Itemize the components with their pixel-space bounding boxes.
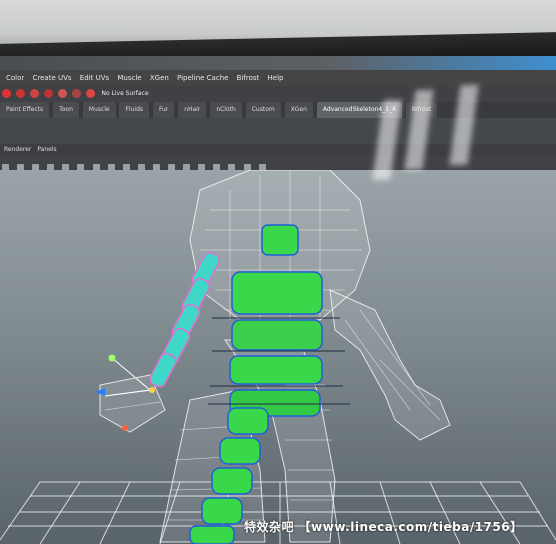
scene-render — [0, 170, 556, 544]
snap-grid-icon[interactable] — [15, 89, 25, 98]
tab-muscle[interactable]: Muscle — [82, 102, 116, 118]
locator-point — [122, 425, 128, 431]
tab-custom[interactable]: Custom — [245, 102, 281, 118]
magnet-icon[interactable] — [2, 89, 11, 98]
tab-nhair[interactable]: nHair — [178, 102, 207, 118]
3d-viewport[interactable] — [0, 85, 556, 544]
snap-point-icon[interactable] — [43, 89, 53, 98]
menu-help[interactable]: Help — [268, 74, 284, 82]
arm-collision-chain — [149, 251, 221, 388]
title-bar — [0, 56, 556, 70]
viewport-toolbar — [0, 156, 556, 171]
menu-muscle[interactable]: Muscle — [117, 74, 141, 82]
main-menu-bar: Color Create UVs Edit UVs Muscle XGen Pi… — [0, 70, 556, 86]
menu-color[interactable]: Color — [6, 74, 24, 82]
snap-view-icon[interactable] — [57, 89, 67, 98]
tab-paint-effects[interactable]: Paint Effects — [0, 102, 50, 118]
live-surface-status: No Live Surface — [101, 90, 149, 97]
live-surface-icon[interactable] — [85, 89, 95, 98]
maya-window: Color Create UVs Edit UVs Muscle XGen Pi… — [0, 56, 556, 544]
snap-curve-icon[interactable] — [29, 89, 39, 98]
menu-pipeline-cache[interactable]: Pipeline Cache — [177, 74, 228, 82]
menu-edit-uvs[interactable]: Edit UVs — [80, 74, 109, 82]
menu-renderer[interactable]: Renderer — [4, 146, 31, 153]
menu-create-uvs[interactable]: Create UVs — [33, 74, 72, 82]
tab-toon[interactable]: Toon — [53, 102, 79, 118]
watermark-text: 特效杂吧 【www.lineca.com/tieba/1756】 — [244, 520, 523, 534]
menu-xgen[interactable]: XGen — [150, 74, 169, 82]
tab-fluids[interactable]: Fluids — [119, 102, 150, 118]
menu-panels[interactable]: Panels — [37, 146, 56, 153]
tab-xgen[interactable]: XGen — [284, 102, 313, 118]
menu-bifrost[interactable]: Bifrost — [237, 74, 260, 82]
tab-fur[interactable]: Fur — [152, 102, 175, 118]
panel-menu-bar: Renderer Panels — [0, 144, 556, 156]
photo-of-monitor: Color Create UVs Edit UVs Muscle XGen Pi… — [0, 0, 556, 544]
locator-point — [108, 354, 116, 362]
locator-point — [149, 387, 155, 393]
tab-ncloth[interactable]: nCloth — [210, 102, 242, 118]
snap-surface-icon[interactable] — [71, 89, 81, 98]
